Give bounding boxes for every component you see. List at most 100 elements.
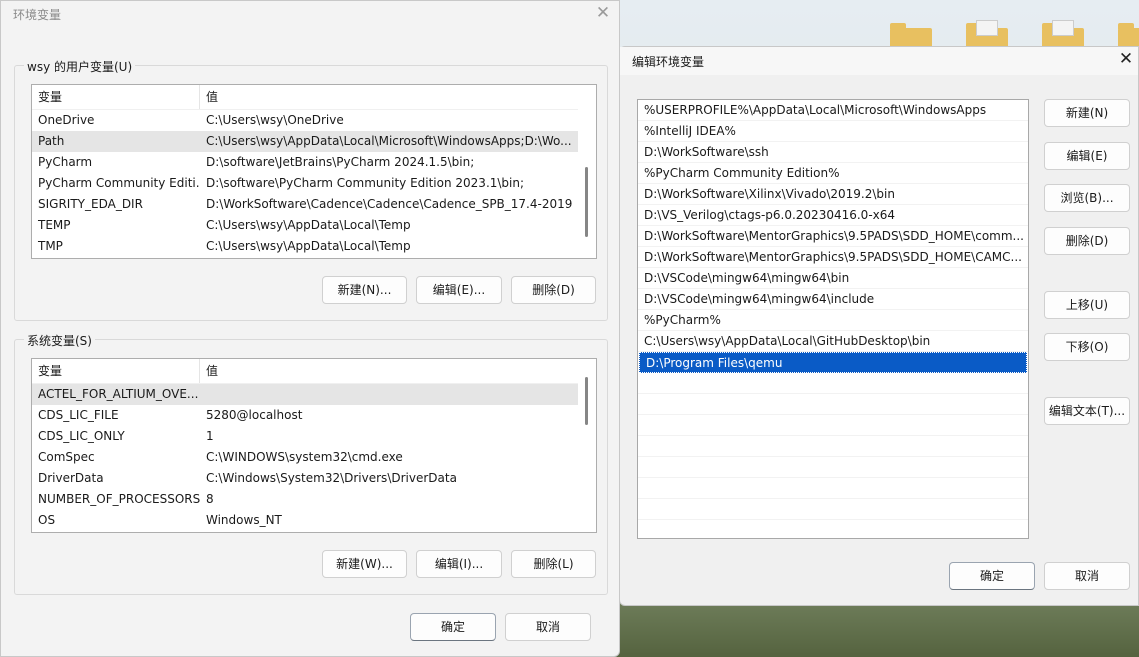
title-bar: 编辑环境变量 ✕ (620, 47, 1138, 75)
variable-value-cell: C:\Windows\System32\Drivers\DriverData (206, 471, 457, 485)
table-row[interactable]: TEMP C:\Users\wsy\AppData\Local\Temp (32, 215, 578, 236)
path-entry[interactable]: %IntelliJ IDEA% (638, 121, 1028, 142)
variable-name-cell: OneDrive (38, 113, 95, 127)
delete-entry-button[interactable]: 删除(D) (1044, 227, 1130, 255)
variable-value-cell: C:\Users\wsy\AppData\Local\Microsoft\Win… (206, 134, 572, 148)
empty-list-row (638, 478, 1028, 499)
variable-name-cell: ComSpec (38, 450, 95, 464)
system-delete-button[interactable]: 删除(L) (511, 550, 596, 578)
path-entries-list[interactable]: %USERPROFILE%\AppData\Local\Microsoft\Wi… (637, 99, 1029, 539)
variable-name-cell: TMP (38, 239, 63, 253)
user-variables-list[interactable]: 变量 值 OneDrive C:\Users\wsy\OneDrive Path C:… (31, 84, 597, 259)
close-icon[interactable]: ✕ (1118, 51, 1134, 68)
variable-value-cell: D:\software\JetBrains\PyCharm 2024.1.5\b… (206, 155, 475, 169)
path-entry[interactable]: D:\WorkSoftware\MentorGraphics\9.5PADS\S… (638, 247, 1028, 268)
system-variable-rows: ACTEL_FOR_ALTIUM_OVE... CDS_LIC_FILE 5280@… (32, 384, 578, 531)
column-header-value[interactable]: 值 (200, 85, 578, 109)
scrollbar-thumb[interactable] (585, 167, 588, 237)
table-row[interactable]: NUMBER_OF_PROCESSORS 8 (32, 489, 578, 510)
table-row[interactable]: OS Windows_NT (32, 510, 578, 531)
move-up-button[interactable]: 上移(U) (1044, 291, 1130, 319)
empty-list-row (638, 520, 1028, 538)
system-variables-group: 系统变量(S) 变量 值 ACTEL_FOR_ALTIUM_OVE... CDS_… (14, 332, 608, 595)
variable-value-cell: D:\software\PyCharm Community Edition 20… (206, 176, 525, 190)
user-delete-button[interactable]: 删除(D) (511, 276, 596, 304)
path-entry[interactable]: D:\VSCode\mingw64\mingw64\bin (638, 268, 1028, 289)
user-variables-group: wsy 的用户变量(U) 变量 值 OneDrive C:\Users\wsy\O… (14, 58, 608, 321)
table-row[interactable]: SIGRITY_EDA_DIR D:\WorkSoftware\Cadence\C… (32, 194, 578, 215)
ok-button[interactable]: 确定 (410, 613, 496, 641)
path-entry[interactable]: %USERPROFILE%\AppData\Local\Microsoft\Wi… (638, 100, 1028, 121)
move-down-button[interactable]: 下移(O) (1044, 333, 1130, 361)
user-variable-rows: OneDrive C:\Users\wsy\OneDrive Path C:\User… (32, 110, 578, 257)
variable-value-cell: Windows_NT (206, 513, 282, 527)
scrollbar-thumb[interactable] (585, 377, 588, 425)
empty-list-row (638, 457, 1028, 478)
edit-entry-button[interactable]: 编辑(E) (1044, 142, 1130, 170)
user-new-button[interactable]: 新建(N)... (322, 276, 407, 304)
path-entry[interactable]: D:\Program Files\qemu (639, 352, 1027, 373)
browse-button[interactable]: 浏览(B)... (1044, 184, 1130, 212)
variable-name-cell: SIGRITY_EDA_DIR (38, 197, 143, 211)
cancel-button[interactable]: 取消 (505, 613, 591, 641)
variable-value-cell: C:\Users\wsy\OneDrive (206, 113, 344, 127)
path-entry[interactable]: D:\WorkSoftware\ssh (638, 142, 1028, 163)
variable-value-cell: C:\WINDOWS\system32\cmd.exe (206, 450, 403, 464)
ok-button[interactable]: 确定 (949, 562, 1035, 590)
table-row[interactable]: CDS_LIC_ONLY 1 (32, 426, 578, 447)
empty-list-row (638, 436, 1028, 457)
variable-name-cell: TEMP (38, 218, 71, 232)
cancel-button[interactable]: 取消 (1044, 562, 1130, 590)
column-header-value[interactable]: 值 (200, 359, 578, 383)
table-row[interactable]: TMP C:\Users\wsy\AppData\Local\Temp (32, 236, 578, 257)
edit-text-button[interactable]: 编辑文本(T)... (1044, 397, 1130, 425)
path-entry[interactable]: %PyCharm Community Edition% (638, 163, 1028, 184)
table-row[interactable]: CDS_LIC_FILE 5280@localhost (32, 405, 578, 426)
column-header-name[interactable]: 变量 (32, 359, 200, 383)
variable-name-cell: CDS_LIC_ONLY (38, 429, 125, 443)
empty-list-row (638, 415, 1028, 436)
scrollbar[interactable] (578, 85, 596, 258)
system-new-button[interactable]: 新建(W)... (322, 550, 407, 578)
path-entry[interactable]: D:\VSCode\mingw64\mingw64\include (638, 289, 1028, 310)
variable-name-cell: PyCharm Community Editi... (38, 176, 200, 190)
variable-name-cell: ACTEL_FOR_ALTIUM_OVE... (38, 387, 199, 401)
list-header: 变量 值 (32, 359, 578, 384)
variable-value-cell: 5280@localhost (206, 408, 303, 422)
table-row[interactable]: DriverData C:\Windows\System32\Drivers\Dr… (32, 468, 578, 489)
variable-value-cell: 1 (206, 429, 214, 443)
table-row[interactable]: ACTEL_FOR_ALTIUM_OVE... (32, 384, 578, 405)
variable-name-cell: CDS_LIC_FILE (38, 408, 119, 422)
table-row[interactable]: ComSpec C:\WINDOWS\system32\cmd.exe (32, 447, 578, 468)
variable-name-cell: OS (38, 513, 56, 527)
table-row[interactable]: PyCharm D:\software\JetBrains\PyCharm 202… (32, 152, 578, 173)
variable-value-cell: D:\WorkSoftware\Cadence\Cadence\Cadence_… (206, 197, 573, 211)
empty-list-row (638, 394, 1028, 415)
variable-value-cell: 8 (206, 492, 214, 506)
variable-name-cell: PyCharm (38, 155, 93, 169)
variable-name-cell: Path (38, 134, 65, 148)
table-row[interactable]: PyCharm Community Editi... D:\software\Py… (32, 173, 578, 194)
system-edit-button[interactable]: 编辑(I)... (416, 550, 502, 578)
scrollbar[interactable] (578, 359, 596, 532)
empty-list-row (638, 373, 1028, 394)
variable-value-cell (200, 384, 578, 405)
path-entry[interactable]: %PyCharm% (638, 310, 1028, 331)
system-variables-list[interactable]: 变量 值 ACTEL_FOR_ALTIUM_OVE... CDS_LIC_FILE… (31, 358, 597, 533)
path-entry[interactable]: C:\Users\wsy\AppData\Local\GitHubDesktop… (638, 331, 1028, 352)
path-entry[interactable]: D:\WorkSoftware\Xilinx\Vivado\2019.2\bin (638, 184, 1028, 205)
user-variables-label: wsy 的用户变量(U) (24, 58, 136, 75)
user-edit-button[interactable]: 编辑(E)... (416, 276, 502, 304)
path-entry[interactable]: D:\WorkSoftware\MentorGraphics\9.5PADS\S… (638, 226, 1028, 247)
close-icon[interactable]: ✕ (595, 5, 611, 22)
edit-environment-variable-dialog: 编辑环境变量 ✕ %USERPROFILE%\AppData\Local\Mic… (619, 46, 1139, 606)
variable-value-cell: C:\Users\wsy\AppData\Local\Temp (206, 218, 411, 232)
table-row[interactable]: Path C:\Users\wsy\AppData\Local\Microsoft… (32, 131, 578, 152)
new-entry-button[interactable]: 新建(N) (1044, 99, 1130, 127)
system-variables-label: 系统变量(S) (24, 332, 95, 349)
empty-list-row (638, 499, 1028, 520)
path-entry[interactable]: D:\VS_Verilog\ctags-p6.0.20230416.0-x64 (638, 205, 1028, 226)
table-row[interactable]: OneDrive C:\Users\wsy\OneDrive (32, 110, 578, 131)
variable-name-cell: DriverData (38, 471, 104, 485)
column-header-name[interactable]: 变量 (32, 85, 200, 109)
